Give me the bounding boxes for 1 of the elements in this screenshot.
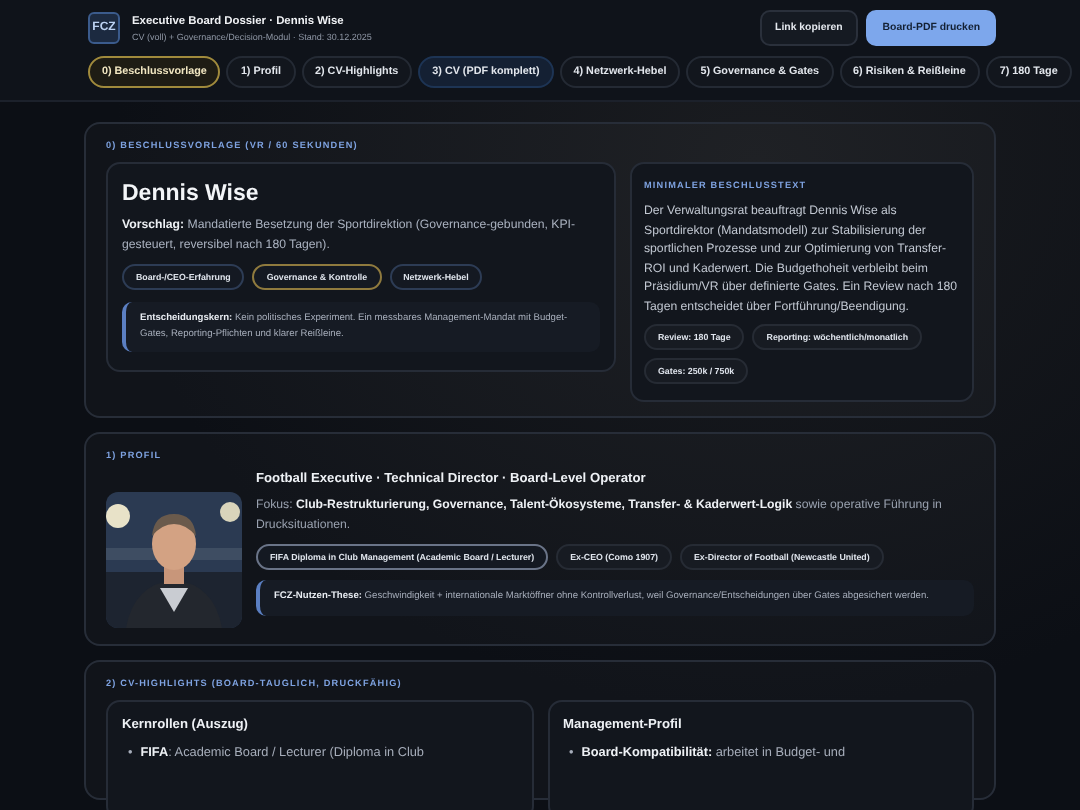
person-name: Dennis Wise (122, 182, 261, 206)
